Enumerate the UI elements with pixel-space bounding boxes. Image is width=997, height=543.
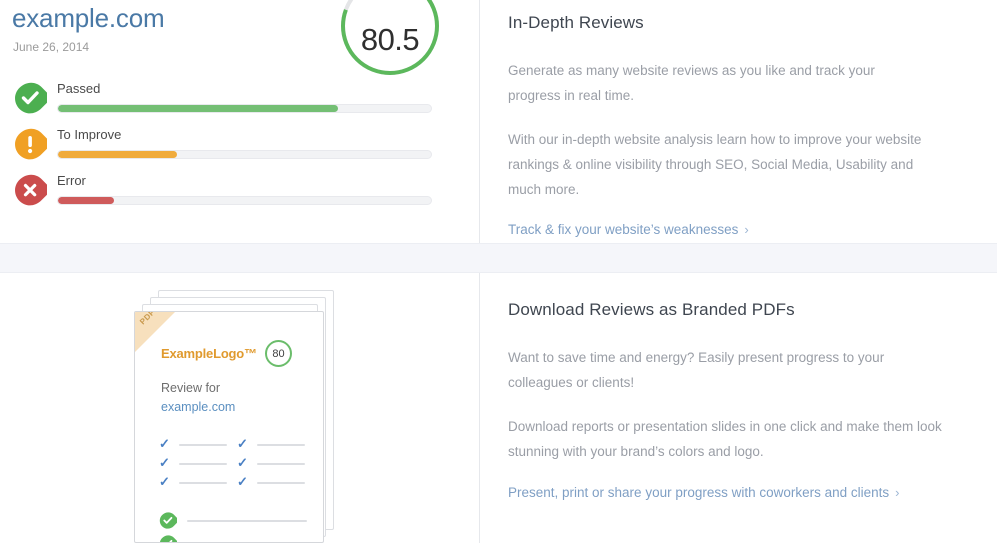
status-label: To Improve <box>57 127 122 142</box>
checklist-placeholder-line <box>257 444 305 446</box>
check-icon: ✓ <box>159 474 170 489</box>
review-for-label: Review for <box>161 381 221 395</box>
panel-paragraph: Want to save time and energy? Easily pre… <box>508 350 885 390</box>
status-progress-fill <box>58 105 338 112</box>
checklist-placeholder-line <box>179 444 227 446</box>
status-row: Passed <box>0 78 479 124</box>
status-progress-fill <box>58 151 178 158</box>
status-label: Passed <box>57 81 101 96</box>
checklist-item: ✓ <box>159 437 229 455</box>
status-label: Error <box>57 173 86 188</box>
checklist-placeholder-line <box>179 482 227 484</box>
chevron-right-icon: › <box>744 222 749 237</box>
cross-icon <box>15 174 47 206</box>
status-progress-fill <box>58 197 114 204</box>
checklist-item: ✓ <box>237 456 307 474</box>
status-progress-track <box>57 104 432 113</box>
check-icon: ✓ <box>159 455 170 470</box>
review-date: June 26, 2014 <box>13 40 90 54</box>
brand-logo: ExampleLogo™ <box>161 346 257 361</box>
check-badge-icon <box>159 535 177 542</box>
status-row: To Improve <box>0 124 479 170</box>
check-icon: ✓ <box>237 474 248 489</box>
score-value: 80.5 <box>360 22 420 57</box>
section-separator-band <box>0 243 997 273</box>
check-icon: ✓ <box>237 436 248 451</box>
exclamation-icon <box>15 128 47 160</box>
panel-title: In-Depth Reviews <box>508 13 644 32</box>
status-progress-track <box>57 150 432 159</box>
check-badge-icon <box>159 512 177 529</box>
checklist-item: ✓ <box>159 475 229 493</box>
badge-placeholder-line <box>187 520 307 522</box>
track-weaknesses-link[interactable]: Track & fix your website’s weaknesses › <box>508 222 749 237</box>
in-depth-reviews-panel: In-Depth Reviews Generate as many websit… <box>508 13 948 239</box>
checklist-item: ✓ <box>159 456 229 474</box>
chevron-right-icon: › <box>895 485 900 500</box>
pdf-report-illustration: PDF ExampleLogo™ 80 Review for example.c… <box>134 290 344 543</box>
check-icon <box>15 82 47 114</box>
check-icon: ✓ <box>237 455 248 470</box>
status-progress-track <box>57 196 432 205</box>
panel-title: Download Reviews as Branded PDFs <box>508 300 795 319</box>
status-row: Error <box>0 170 479 216</box>
panel-paragraph: Generate as many website reviews as you … <box>508 63 875 103</box>
summary-badge-row <box>159 535 314 542</box>
overall-score-gauge: 80.5 <box>338 0 442 78</box>
review-domain-label: example.com <box>161 400 236 414</box>
checklist-placeholder-line <box>257 482 305 484</box>
summary-badge-row <box>159 512 314 532</box>
site-summary-card: example.com June 26, 2014 80.5 Passed To… <box>0 0 479 243</box>
link-label: Track & fix your website’s weaknesses <box>508 222 739 237</box>
check-icon: ✓ <box>159 436 170 451</box>
checklist-placeholder-line <box>179 463 227 465</box>
link-label: Present, print or share your progress wi… <box>508 485 890 500</box>
page-title: example.com <box>12 3 165 33</box>
mini-score-badge: 80 <box>265 340 292 367</box>
present-share-link[interactable]: Present, print or share your progress wi… <box>508 485 900 500</box>
checklist-item: ✓ <box>237 437 307 455</box>
page-root: example.com June 26, 2014 80.5 Passed To… <box>0 0 997 543</box>
checklist-placeholder-line <box>257 463 305 465</box>
checklist-item: ✓ <box>237 475 307 493</box>
branded-pdf-panel: Download Reviews as Branded PDFs Want to… <box>508 300 958 502</box>
panel-paragraph: With our in-depth website analysis learn… <box>508 132 922 197</box>
pdf-front-page: PDF ExampleLogo™ 80 Review for example.c… <box>134 311 324 543</box>
panel-paragraph: Download reports or presentation slides … <box>508 419 942 459</box>
